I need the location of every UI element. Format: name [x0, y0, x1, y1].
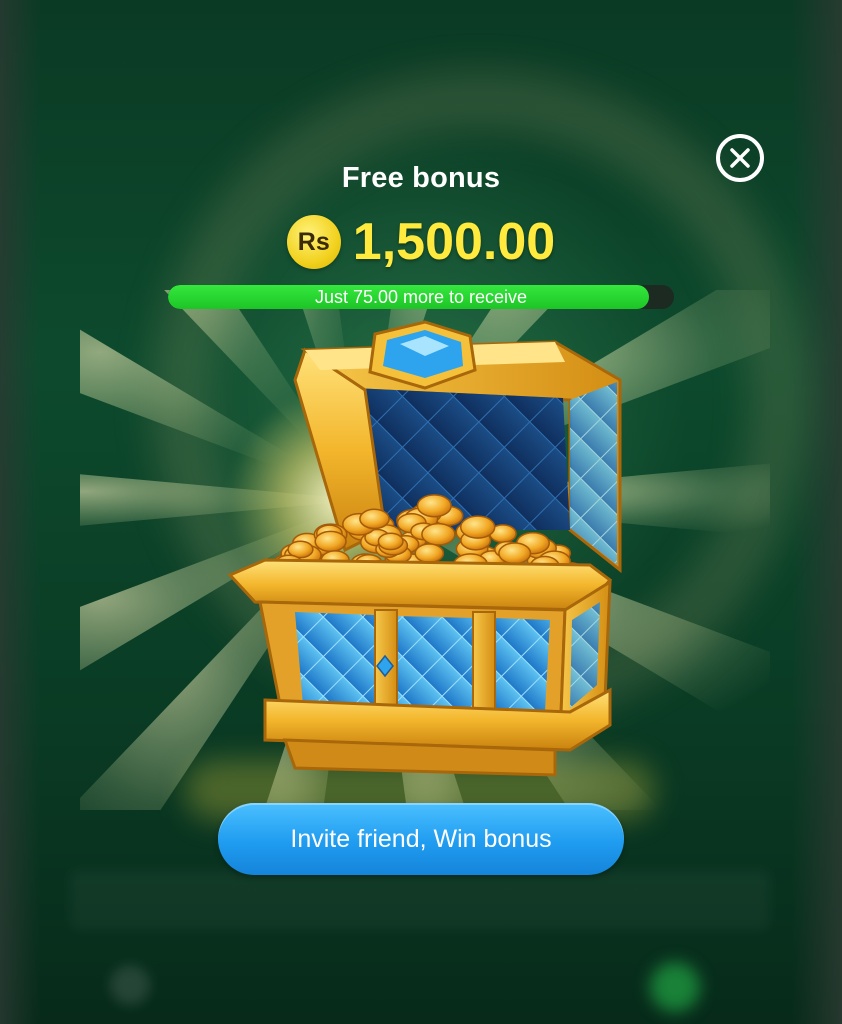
invite-friend-button[interactable]: Invite friend, Win bonus [218, 803, 624, 875]
dialog-title: Free bonus [341, 162, 501, 194]
bonus-progress-bar: Just 75.00 more to receive [168, 285, 674, 309]
bonus-amount-row: Rs 1,500.00 [0, 212, 842, 272]
gold-coin [414, 543, 445, 564]
gold-coin [459, 515, 496, 539]
gold-coin [421, 522, 456, 546]
blurred-background-icon [110, 965, 150, 1005]
gold-coin [377, 532, 404, 551]
gold-coin [314, 530, 347, 553]
blurred-background-row [70, 870, 770, 930]
currency-icon: Rs [286, 215, 341, 269]
bonus-amount: 1,500.00 [352, 213, 556, 271]
background-edge-left [0, 0, 40, 1024]
gold-coin [498, 542, 532, 565]
progress-text: Just 75.00 more to receive [314, 286, 528, 307]
gold-coin [359, 508, 390, 530]
background-edge-right [792, 0, 842, 1024]
blurred-background-status-icon [650, 962, 700, 1012]
treasure-chest-icon [227, 320, 622, 777]
gold-coin [416, 494, 452, 518]
